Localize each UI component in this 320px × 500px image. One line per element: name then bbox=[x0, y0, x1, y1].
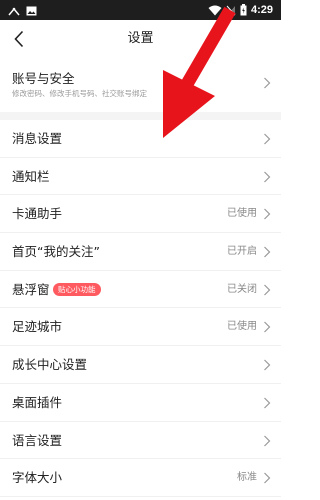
cartoon-assistant-item[interactable]: 卡通助手 已使用 bbox=[0, 195, 281, 234]
section-divider bbox=[0, 112, 281, 120]
settings-list: 消息设置 通知栏 卡通助手 已使用 首页“我的关注” 已开启 悬浮窗 贴心小功能… bbox=[0, 120, 281, 497]
desktop-widget-item[interactable]: 桌面插件 bbox=[0, 383, 281, 422]
chevron-right-icon bbox=[264, 472, 271, 484]
chevron-right-icon bbox=[264, 77, 271, 89]
footprint-city-item[interactable]: 足迹城市 已使用 bbox=[0, 308, 281, 347]
item-label: 语言设置 bbox=[12, 432, 63, 448]
item-status: 已开启 bbox=[227, 246, 257, 258]
status-time: 4:29 bbox=[250, 4, 273, 16]
account-security-label: 账号与安全 bbox=[12, 71, 75, 86]
notification-bar-item[interactable]: 通知栏 bbox=[0, 157, 281, 196]
item-label: 消息设置 bbox=[12, 131, 63, 146]
page-header: 设置 bbox=[0, 20, 281, 58]
chevron-right-icon bbox=[264, 435, 271, 446]
chevron-right-icon bbox=[264, 133, 271, 145]
item-label: 成长中心设置 bbox=[12, 357, 88, 373]
growth-center-settings-item[interactable]: 成长中心设置 bbox=[0, 346, 281, 384]
item-status: 已关闭 bbox=[227, 283, 257, 295]
no-sim-icon bbox=[226, 1, 236, 20]
item-label: 卡通助手 bbox=[12, 206, 63, 222]
item-label: 悬浮窗 bbox=[12, 281, 50, 297]
home-my-follow-item[interactable]: 首页“我的关注” 已开启 bbox=[0, 233, 281, 271]
language-settings-item[interactable]: 语言设置 bbox=[0, 421, 281, 460]
item-status: 已使用 bbox=[227, 321, 257, 333]
status-bar: 4:29 bbox=[0, 0, 281, 20]
account-security-description: 修改密码、修改手机号码、社交账号绑定 bbox=[12, 89, 147, 98]
item-status: 标准 bbox=[237, 472, 257, 484]
chevron-right-icon bbox=[264, 284, 271, 296]
chevron-right-icon bbox=[264, 397, 271, 409]
account-security-item[interactable]: 账号与安全 修改密码、修改手机号码、社交账号绑定 bbox=[0, 58, 281, 108]
floating-window-item[interactable]: 悬浮窗 贴心小功能 已关闭 bbox=[0, 270, 281, 309]
battery-icon bbox=[240, 1, 247, 20]
message-settings-item[interactable]: 消息设置 bbox=[0, 120, 281, 158]
page-title: 设置 bbox=[127, 31, 154, 46]
font-size-item[interactable]: 字体大小 标准 bbox=[0, 459, 281, 497]
item-label: 桌面插件 bbox=[12, 394, 63, 410]
chevron-right-icon bbox=[264, 246, 271, 258]
item-label: 通知栏 bbox=[12, 168, 50, 184]
item-label: 首页“我的关注” bbox=[12, 244, 100, 260]
wifi-icon bbox=[208, 1, 222, 20]
image-icon bbox=[26, 1, 37, 20]
feature-badge: 贴心小功能 bbox=[53, 282, 101, 296]
item-label: 足迹城市 bbox=[12, 319, 63, 335]
chevron-right-icon bbox=[264, 171, 271, 183]
chevron-right-icon bbox=[264, 208, 271, 220]
signal-icon bbox=[8, 1, 20, 20]
item-label: 字体大小 bbox=[12, 470, 63, 486]
chevron-right-icon bbox=[264, 359, 271, 371]
chevron-right-icon bbox=[264, 322, 271, 333]
item-status: 已使用 bbox=[227, 208, 257, 220]
